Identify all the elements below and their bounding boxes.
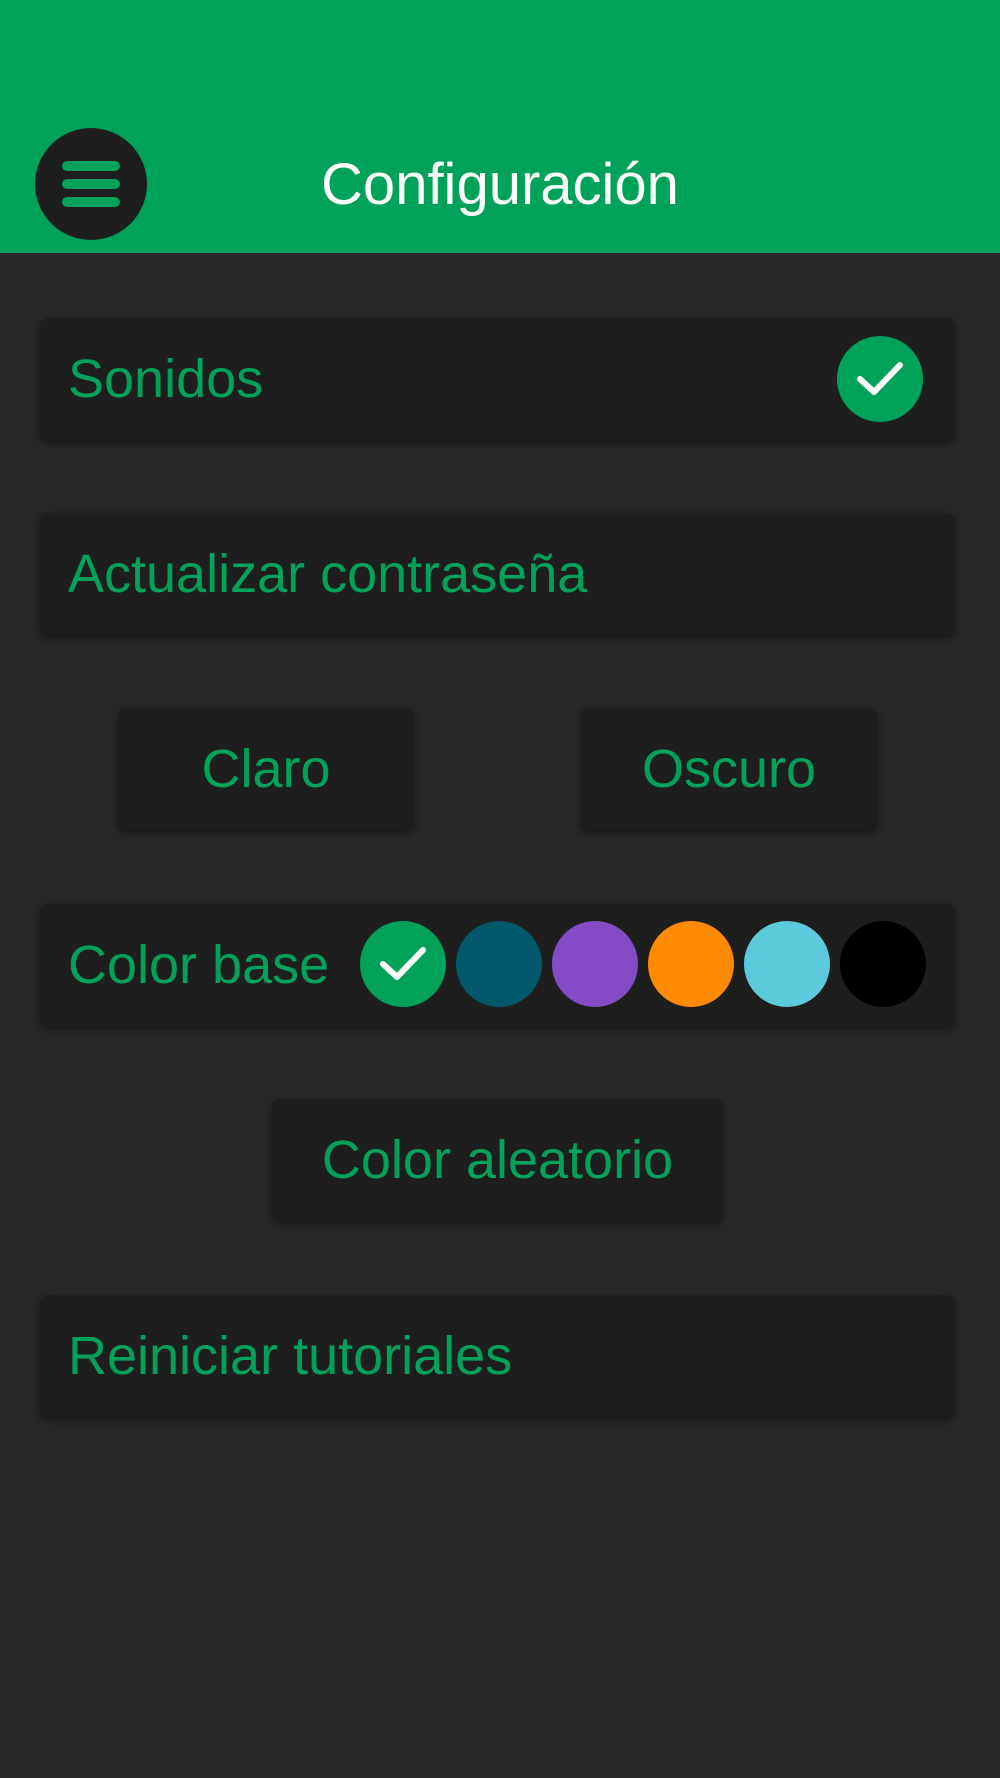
sounds-label: Sonidos <box>68 349 264 409</box>
base-color-label: Color base <box>68 935 330 995</box>
update-password-label: Actualizar contraseña <box>68 544 588 604</box>
color-swatch-purple[interactable] <box>552 921 638 1007</box>
update-password-button[interactable]: Actualizar contraseña <box>40 513 955 635</box>
dark-theme-button[interactable]: Oscuro <box>581 708 877 830</box>
sounds-setting[interactable]: Sonidos <box>40 318 955 440</box>
light-theme-button[interactable]: Claro <box>118 708 414 830</box>
random-color-button[interactable]: Color aleatorio <box>272 1099 723 1221</box>
color-swatch-orange[interactable] <box>648 921 734 1007</box>
light-theme-label: Claro <box>201 739 331 799</box>
base-color-setting: Color base <box>40 904 955 1026</box>
page-title: Configuración <box>321 152 679 217</box>
color-swatch-green[interactable] <box>360 921 446 1007</box>
dark-theme-label: Oscuro <box>641 739 817 799</box>
app-header: Configuración <box>0 0 1000 253</box>
color-swatch-cyan[interactable] <box>744 921 830 1007</box>
checkmark-icon <box>380 947 426 980</box>
reset-tutorials-label: Reiniciar tutoriales <box>68 1326 513 1386</box>
sounds-toggle[interactable] <box>837 336 923 422</box>
checkmark-icon <box>857 362 903 395</box>
color-swatch-teal[interactable] <box>456 921 542 1007</box>
reset-tutorials-button[interactable]: Reiniciar tutoriales <box>40 1295 955 1417</box>
random-color-label: Color aleatorio <box>321 1130 674 1190</box>
color-swatch-black[interactable] <box>840 921 926 1007</box>
